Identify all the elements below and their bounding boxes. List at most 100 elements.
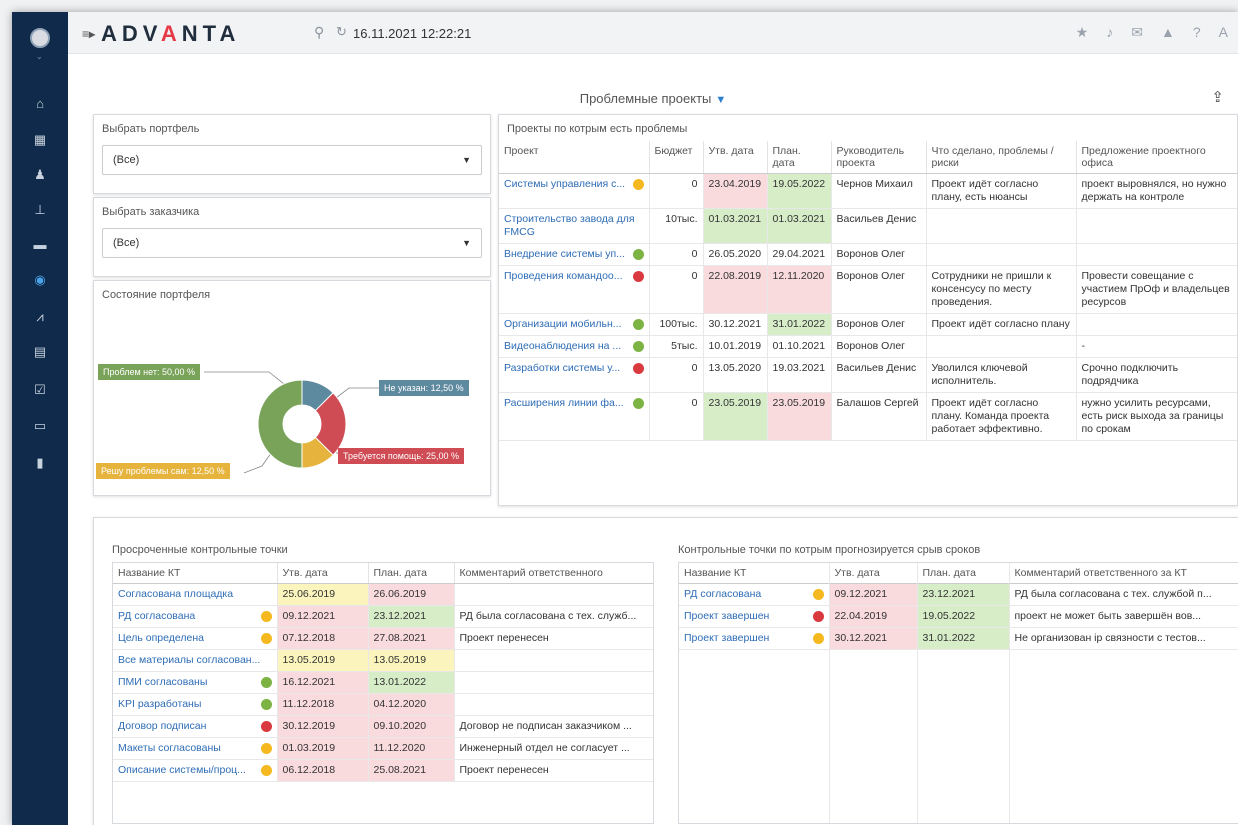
- project-link[interactable]: Видеонаблюдения на ...: [499, 335, 650, 358]
- project-link[interactable]: Все материалы согласован...: [113, 649, 278, 672]
- project-link[interactable]: Цель определена: [113, 627, 278, 650]
- approved-date-cell: 30.12.2021: [703, 313, 768, 336]
- avatar[interactable]: [30, 28, 50, 48]
- column-header: План. дата: [368, 563, 455, 584]
- comment-cell: [454, 583, 653, 606]
- proposal-cell: [1076, 208, 1237, 244]
- project-link[interactable]: Организации мобильн...: [499, 313, 650, 336]
- table-row[interactable]: Проект завершен 30.12.2021 31.01.2022 Не ор…: [679, 627, 1238, 650]
- manager-cell: Васильев Денис: [831, 357, 927, 393]
- project-link[interactable]: РД согласована: [679, 583, 830, 606]
- mail-icon[interactable]: ✉: [1131, 24, 1143, 41]
- project-link[interactable]: Строительство завода для FMCG: [499, 208, 650, 244]
- app-window: ⌄ ⌂ ▦ ♟ ⊥ ▬ ◉ ⩘ ▤ ☑ ▭ ▮ ≡▸ ADVANTA ⚲ ↻ 16…: [12, 12, 1238, 825]
- table-row[interactable]: РД согласована 09.12.2021 23.12.2021 РД был…: [679, 583, 1238, 606]
- planned-date-cell: 27.08.2021: [368, 627, 455, 650]
- menu-icon[interactable]: ≡▸: [82, 27, 95, 41]
- table-row[interactable]: Организации мобильн... 100тыс. 30.12.2021 3…: [499, 313, 1237, 336]
- table-row[interactable]: Согласована площадка 25.06.2019 26.06.2019: [113, 583, 653, 606]
- users-icon[interactable]: ♟: [12, 167, 68, 183]
- hierarchy-icon[interactable]: ⊥: [12, 202, 68, 218]
- table-row[interactable]: Расширения линии фа... 0 23.05.2019 23.05.2…: [499, 392, 1237, 441]
- column-header: Руководитель проекта: [831, 141, 927, 174]
- project-link[interactable]: Договор подписан: [113, 715, 278, 738]
- cell-text: Цель определена: [118, 632, 204, 644]
- table-row[interactable]: ПМИ согласованы 16.12.2021 13.01.2022: [113, 671, 653, 694]
- proposal-cell: Провести совещание с участием ПрОф и вла…: [1076, 265, 1237, 314]
- manager-cell: Воронов Олег: [831, 313, 927, 336]
- problems-cell: Уволился ключевой исполнитель.: [926, 357, 1077, 393]
- comment-cell: Договор не подписан заказчиком ...: [454, 715, 653, 738]
- search-icon[interactable]: ⚲: [314, 24, 324, 41]
- project-link[interactable]: Проект завершен: [679, 605, 830, 628]
- card-icon[interactable]: ▭: [12, 418, 68, 434]
- project-link[interactable]: Проект завершен: [679, 627, 830, 650]
- table-row[interactable]: Внедрение системы уп... 0 26.05.2020 29.04.…: [499, 243, 1237, 266]
- table-row[interactable]: Макеты согласованы 01.03.2019 11.12.2020 Ин…: [113, 737, 653, 760]
- table-row[interactable]: Разработки системы у... 0 13.05.2020 19.03.…: [499, 357, 1237, 393]
- circle-icon[interactable]: ◉: [12, 272, 68, 288]
- customer-select[interactable]: (Все) ▼: [102, 228, 482, 258]
- budget-cell: 0: [649, 265, 704, 314]
- project-link[interactable]: Внедрение системы уп...: [499, 243, 650, 266]
- table-row[interactable]: Видеонаблюдения на ... 5тыс. 10.01.2019 01.…: [499, 335, 1237, 358]
- table-row[interactable]: Проведения командоо... 0 22.08.2019 12.11.2…: [499, 265, 1237, 314]
- project-link[interactable]: Проведения командоо...: [499, 265, 650, 314]
- table-row[interactable]: Договор подписан 30.12.2019 09.10.2020 Дого…: [113, 715, 653, 738]
- like-icon[interactable]: ▲: [1161, 24, 1175, 41]
- planned-date-cell: 13.01.2022: [368, 671, 455, 694]
- archive-icon[interactable]: ▤: [12, 344, 68, 360]
- star-icon[interactable]: ★: [1076, 24, 1089, 41]
- chevron-down-icon[interactable]: ⌄: [36, 52, 43, 61]
- approved-date-cell: 22.08.2019: [703, 265, 768, 314]
- cell-text: KPI разработаны: [118, 698, 202, 710]
- problem-projects-table-wrap: Проект Бюджет Утв. дата План. дата Руководит…: [499, 141, 1237, 441]
- help-icon[interactable]: ?: [1193, 24, 1201, 41]
- home-icon[interactable]: ⌂: [12, 96, 68, 112]
- project-link[interactable]: Описание системы/проц...: [113, 759, 278, 782]
- project-link[interactable]: Согласована площадка: [113, 583, 278, 606]
- table-row[interactable]: KPI разработаны 11.12.2018 04.12.2020: [113, 693, 653, 716]
- table-row[interactable]: Описание системы/проц... 06.12.2018 25.08.…: [113, 759, 653, 782]
- filter-icon[interactable]: ▼: [715, 94, 726, 106]
- chat-icon[interactable]: ▬: [12, 237, 68, 253]
- column-header: Что сделано, проблемы / риски: [926, 141, 1077, 174]
- project-link[interactable]: Системы управления с...: [499, 173, 650, 209]
- bell-icon[interactable]: ♪: [1106, 24, 1113, 41]
- status-dot-green: [632, 319, 644, 330]
- bookmark-icon[interactable]: ▮: [12, 455, 68, 471]
- table-row[interactable]: Строительство завода для FMCG 10тыс. 01.03…: [499, 208, 1237, 244]
- project-link[interactable]: Разработки системы у...: [499, 357, 650, 393]
- calendar-icon[interactable]: ▦: [12, 132, 68, 148]
- comment-cell: [454, 671, 653, 694]
- status-dot-yellow: [260, 633, 272, 644]
- table-row[interactable]: Все материалы согласован... 13.05.2019 13.…: [113, 649, 653, 672]
- table-row[interactable]: Цель определена 07.12.2018 27.08.2021 Проек…: [113, 627, 653, 650]
- donut-slice[interactable]: [257, 379, 303, 469]
- project-link[interactable]: РД согласована: [113, 605, 278, 628]
- project-link[interactable]: KPI разработаны: [113, 693, 278, 716]
- column-header: План. дата: [767, 141, 832, 174]
- language-icon[interactable]: A: [1219, 24, 1228, 41]
- table-row[interactable]: Системы управления с... 0 23.04.2019 19.05.…: [499, 173, 1237, 209]
- column-divider: [829, 563, 830, 823]
- refresh-icon[interactable]: ↻: [336, 24, 347, 40]
- table-row[interactable]: Проект завершен 22.04.2019 19.05.2022 проек…: [679, 605, 1238, 628]
- export-icon[interactable]: ⇪: [1211, 88, 1224, 106]
- status-dot-red: [260, 721, 272, 732]
- comment-cell: Проект перенесен: [454, 759, 653, 782]
- edit-icon[interactable]: ☑: [12, 382, 68, 398]
- project-link[interactable]: ПМИ согласованы: [113, 671, 278, 694]
- comment-cell: Инженерный отдел не согласует ...: [454, 737, 653, 760]
- cell-text: ПМИ согласованы: [118, 676, 208, 688]
- project-link[interactable]: Макеты согласованы: [113, 737, 278, 760]
- portfolio-select[interactable]: (Все) ▼: [102, 145, 482, 175]
- manager-cell: Васильев Денис: [831, 208, 927, 244]
- table-row[interactable]: РД согласована 09.12.2021 23.12.2021 РД был…: [113, 605, 653, 628]
- project-link[interactable]: Расширения линии фа...: [499, 392, 650, 441]
- leader-line-no-problems: [204, 371, 285, 385]
- app-logo[interactable]: ≡▸ ADVANTA: [82, 21, 240, 47]
- column-divider: [1009, 563, 1010, 823]
- logo-accent: A: [160, 21, 182, 46]
- chart-icon[interactable]: ⩘: [12, 309, 68, 325]
